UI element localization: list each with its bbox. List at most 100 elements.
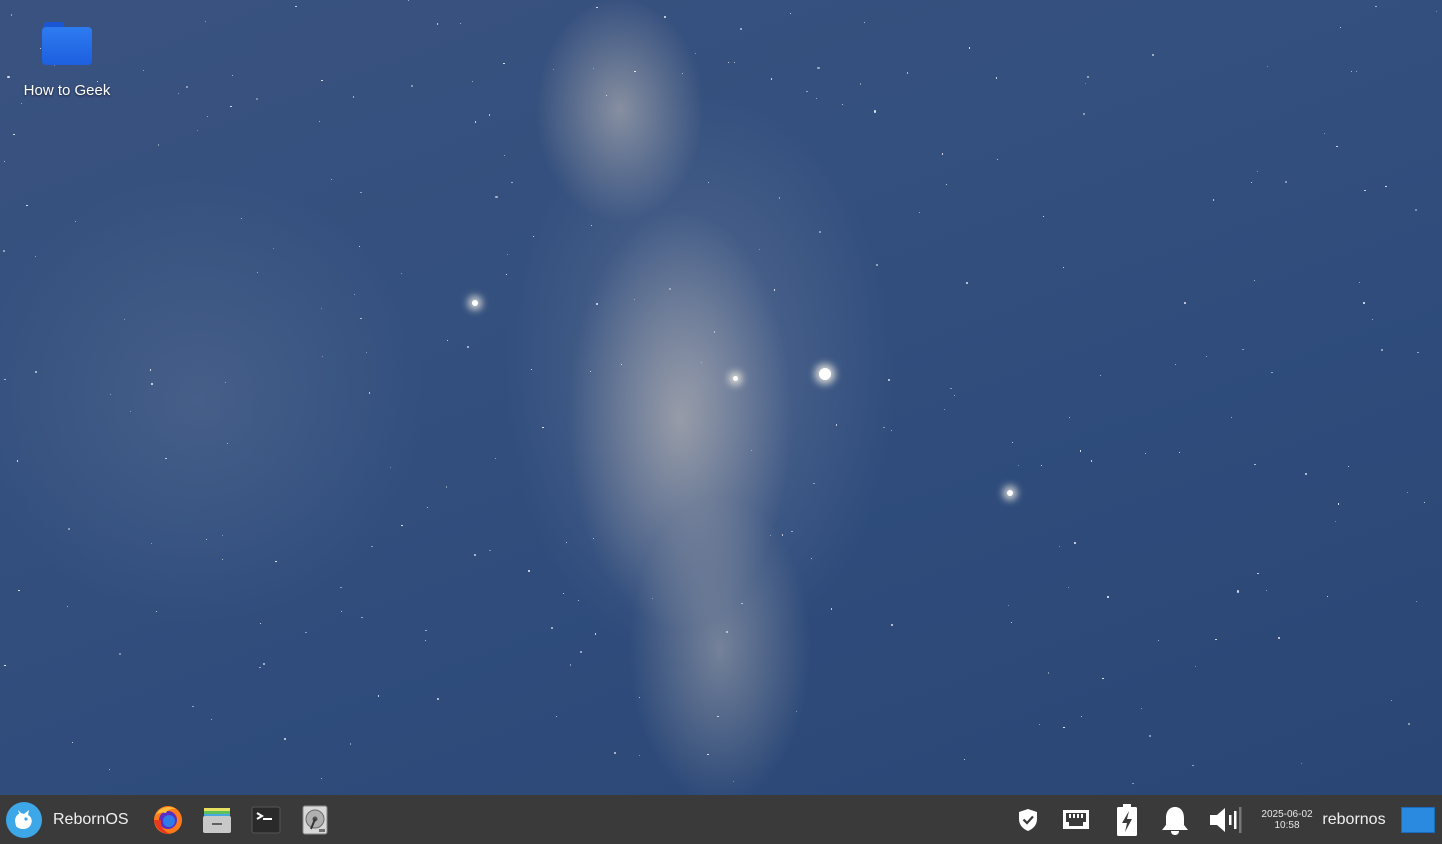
star <box>1068 586 1070 589</box>
star <box>488 114 491 116</box>
star <box>1363 302 1366 305</box>
clock-date: 2025-06-02 <box>1261 808 1313 820</box>
clock[interactable]: 2025-06-02 10:58 <box>1254 795 1320 844</box>
star <box>810 557 812 559</box>
star <box>570 664 572 666</box>
star <box>445 486 447 488</box>
notifications-tray-button[interactable] <box>1157 795 1193 844</box>
star <box>1254 464 1256 466</box>
star <box>1047 672 1049 674</box>
user-menu-button[interactable]: rebornos <box>1318 795 1390 844</box>
network-icon <box>1063 809 1089 829</box>
star <box>35 371 37 373</box>
star <box>124 318 126 320</box>
show-desktop-button[interactable] <box>1399 795 1437 844</box>
star <box>817 67 820 70</box>
star <box>1158 639 1160 641</box>
star <box>1436 11 1438 13</box>
security-tray-button[interactable] <box>1010 795 1046 844</box>
username-label: rebornos <box>1322 810 1386 828</box>
star <box>577 599 579 601</box>
star <box>1174 363 1176 365</box>
application-menu-label: RebornOS <box>53 810 129 828</box>
star <box>841 104 844 106</box>
volume-tray-button[interactable] <box>1207 795 1243 844</box>
star <box>1257 573 1259 575</box>
star <box>321 80 323 82</box>
star <box>260 622 262 624</box>
star <box>225 381 227 383</box>
bright-star <box>1007 490 1013 496</box>
star <box>1334 520 1337 522</box>
star <box>489 550 491 552</box>
star <box>873 110 876 113</box>
star <box>1192 764 1194 767</box>
firefox-launcher[interactable] <box>148 795 188 844</box>
network-tray-button[interactable] <box>1058 795 1094 844</box>
star <box>781 534 783 536</box>
star <box>275 561 277 563</box>
star <box>750 449 752 452</box>
desktop-folder-how-to-geek[interactable]: How to Geek <box>14 18 120 99</box>
star <box>739 27 742 30</box>
battery-charging-icon <box>1117 803 1137 836</box>
star <box>295 5 297 7</box>
star <box>425 629 427 631</box>
star <box>1007 605 1010 607</box>
star <box>1415 600 1417 602</box>
star <box>1184 302 1187 305</box>
star <box>1074 542 1076 544</box>
desktop[interactable]: How to Geek <box>0 0 1442 795</box>
star <box>389 466 391 469</box>
star <box>966 282 969 285</box>
star <box>205 20 207 23</box>
star <box>330 178 332 180</box>
application-menu-button[interactable]: RebornOS <box>6 795 134 844</box>
star <box>996 159 998 161</box>
star <box>652 598 654 600</box>
star <box>424 639 427 642</box>
star <box>1151 54 1154 57</box>
star <box>437 23 439 25</box>
star <box>283 737 286 741</box>
star <box>1390 699 1392 702</box>
star <box>34 255 36 257</box>
star <box>906 72 908 74</box>
star <box>1012 441 1014 443</box>
terminal-launcher[interactable] <box>246 795 286 844</box>
star <box>830 608 832 610</box>
star <box>1423 501 1425 504</box>
star <box>360 317 362 319</box>
files-launcher[interactable] <box>197 795 237 844</box>
star <box>813 482 815 484</box>
star <box>1301 762 1303 765</box>
star <box>1213 199 1215 201</box>
star <box>953 394 956 397</box>
star <box>503 154 505 157</box>
power-tray-button[interactable] <box>1109 795 1145 844</box>
star <box>633 298 636 301</box>
clock-time: 10:58 <box>1274 819 1300 831</box>
star <box>408 0 410 2</box>
star <box>819 230 822 233</box>
star <box>222 558 224 560</box>
star <box>66 605 69 608</box>
star <box>1265 589 1268 592</box>
star <box>1205 356 1207 358</box>
star <box>1042 216 1044 218</box>
star <box>1140 708 1142 710</box>
star <box>592 68 594 70</box>
star <box>467 346 470 349</box>
star <box>1102 678 1104 680</box>
star <box>369 392 371 394</box>
star <box>945 183 947 186</box>
star <box>1358 281 1360 283</box>
star <box>263 663 265 665</box>
star <box>1080 450 1082 452</box>
star <box>321 308 323 310</box>
star <box>1099 375 1102 377</box>
star <box>494 458 497 460</box>
star <box>1371 318 1373 321</box>
star <box>401 272 403 274</box>
disks-launcher[interactable] <box>295 795 335 844</box>
